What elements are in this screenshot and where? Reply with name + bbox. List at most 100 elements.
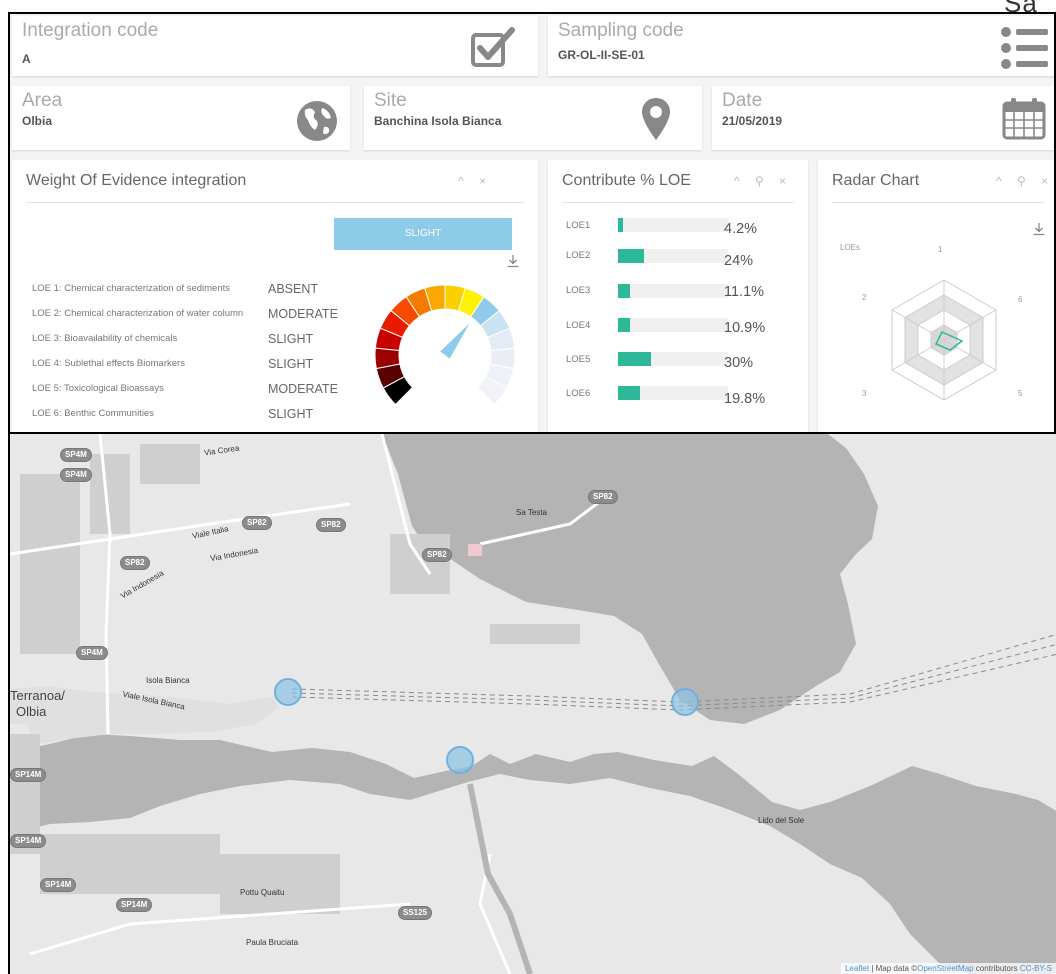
woe-row-value: SLIGHT	[268, 407, 314, 421]
pink-building	[468, 544, 482, 556]
woe-row-label: LOE 5: Toxicological Bioassays	[32, 383, 164, 394]
loe-bar-track	[618, 352, 728, 366]
globe-icon	[297, 101, 337, 141]
loe-bar	[618, 386, 640, 400]
site-card: Site Banchina Isola Bianca	[364, 86, 702, 150]
calendar-icon	[1002, 98, 1046, 140]
loe-label: LOE2	[566, 250, 591, 261]
loe-value: 19.8%	[724, 391, 766, 407]
loe-panel-controls[interactable]: ^ ⚲ ×	[734, 174, 792, 188]
woe-panel-controls[interactable]: ^ ×	[458, 174, 492, 188]
license-link[interactable]: CC-BY-S	[1020, 964, 1052, 973]
woe-result-bar: SLIGHT	[334, 218, 512, 250]
road-badge: SP82	[316, 518, 346, 532]
loe-bar	[618, 318, 630, 332]
loe-bar-track	[618, 218, 728, 232]
radar-axis-label: 3	[862, 389, 867, 398]
map-place-label: Sa Testa	[516, 508, 547, 517]
loe-bar-track	[618, 386, 728, 400]
gauge-needle	[440, 323, 470, 359]
loe-label: LOE5	[566, 354, 591, 365]
area-card: Area Olbia	[12, 86, 350, 150]
radar-panel-controls[interactable]: ^ ⚲ ×	[996, 174, 1054, 188]
loe-value: 11.1%	[724, 284, 765, 300]
sampling-code-title: Sampling code	[558, 20, 684, 41]
radar-axis-label: 6	[1018, 295, 1023, 304]
map-city-label: Olbia	[16, 704, 47, 719]
north-shore-land	[10, 434, 1056, 811]
radar-chart: LOEs 1 2 3 5 6	[840, 243, 1023, 401]
road-badge: SP14M	[40, 878, 77, 892]
woe-row-label: LOE 6: Benthic Communities	[32, 408, 154, 419]
road-badge: SP82	[120, 556, 150, 570]
download-icon[interactable]	[506, 254, 520, 268]
map-view[interactable]: Via Corea Viale Italia Via Indonesia Via…	[8, 434, 1056, 974]
date-title: Date	[722, 90, 763, 111]
attribution-contrib: contributors	[973, 964, 1020, 973]
road-badge: SP4M	[60, 448, 92, 462]
woe-row-value: MODERATE	[268, 382, 338, 396]
map-place-label: Paula Bruciata	[246, 938, 299, 947]
radar-axis-label: 2	[862, 293, 867, 302]
area-title: Area	[22, 90, 63, 111]
road-badge: SP14M	[116, 898, 153, 912]
leaflet-link[interactable]: Leaflet	[845, 964, 869, 973]
map-city-label: Terranoa/	[10, 688, 65, 703]
map-place-label: Isola Bianca	[146, 676, 190, 685]
woe-gauge	[374, 284, 516, 406]
loe-label: LOE6	[566, 388, 591, 399]
sampling-code-value: GR-OL-II-SE-01	[558, 48, 645, 62]
attribution-text: | Map data ©	[871, 964, 918, 973]
map-attribution: Leaflet | Map data ©OpenStreetMap contri…	[841, 963, 1056, 974]
sampling-point-marker[interactable]	[671, 688, 699, 716]
loe-bar-track	[618, 318, 728, 332]
woe-row-value: MODERATE	[268, 307, 338, 321]
osm-link[interactable]: OpenStreetMap	[917, 964, 973, 973]
radar-panel: Radar Chart ^ ⚲ × LOEs 1 2 3 5 6	[818, 160, 1054, 432]
sampling-point-marker[interactable]	[446, 746, 474, 774]
woe-row-value: ABSENT	[268, 282, 319, 296]
loe-bar-track	[618, 249, 728, 263]
map-place-label: Pottu Quaitu	[240, 888, 285, 897]
woe-row-label: LOE 1: Chemical characterization of sedi…	[32, 283, 231, 294]
radar-panel-divider	[832, 202, 1044, 203]
loe-bar	[618, 218, 623, 232]
loe-panel: Contribute % LOE ^ ⚲ × LOE1 4.2% LOE2 24…	[548, 160, 808, 432]
road-badge: SP14M	[10, 768, 47, 782]
road-badge: SP4M	[60, 468, 92, 482]
loe-value: 24%	[724, 253, 754, 269]
radar-axis-label: 5	[1018, 389, 1023, 398]
map-place-label: Lido del Sole	[758, 816, 805, 825]
loe-label: LOE3	[566, 285, 591, 296]
loe-panel-divider	[562, 202, 794, 203]
sampling-point-marker[interactable]	[274, 678, 302, 706]
date-value: 21/05/2019	[722, 114, 783, 128]
radar-series-label: LOEs	[840, 243, 860, 252]
list-icon	[1001, 27, 1048, 69]
map-pin-icon	[642, 98, 670, 140]
loe-label: LOE1	[566, 220, 591, 231]
integration-code-value: A	[22, 52, 31, 66]
woe-row-value: SLIGHT	[268, 332, 314, 346]
woe-row-label: LOE 4: Sublethal effects Biomarkers	[32, 358, 185, 369]
radar-panel-title: Radar Chart	[832, 172, 920, 189]
loe-bar-track	[618, 284, 728, 298]
woe-row-label: LOE 2: Chemical characterization of wate…	[32, 308, 244, 319]
woe-panel-title: Weight Of Evidence integration	[26, 172, 247, 189]
road-badge: SP14M	[10, 834, 47, 848]
loe-panel-title: Contribute % LOE	[562, 172, 691, 189]
loe-value: 30%	[724, 355, 754, 371]
dashboard-panel: Integration code A Sampling code GR-OL-I…	[8, 12, 1056, 434]
road-badge: SS125	[398, 906, 433, 920]
woe-row-value: SLIGHT	[268, 357, 314, 371]
radar-axis-label: 1	[938, 245, 943, 254]
area-value: Olbia	[22, 114, 53, 128]
loe-bar	[618, 284, 631, 298]
integration-code-card: Integration code A	[12, 16, 538, 76]
site-title: Site	[374, 90, 407, 111]
loe-value: 4.2%	[724, 221, 758, 237]
integration-code-title: Integration code	[22, 20, 159, 41]
sampling-code-card: Sampling code GR-OL-II-SE-01	[548, 16, 1054, 76]
site-value: Banchina Isola Bianca	[374, 114, 502, 128]
loe-value: 10.9%	[724, 320, 766, 336]
